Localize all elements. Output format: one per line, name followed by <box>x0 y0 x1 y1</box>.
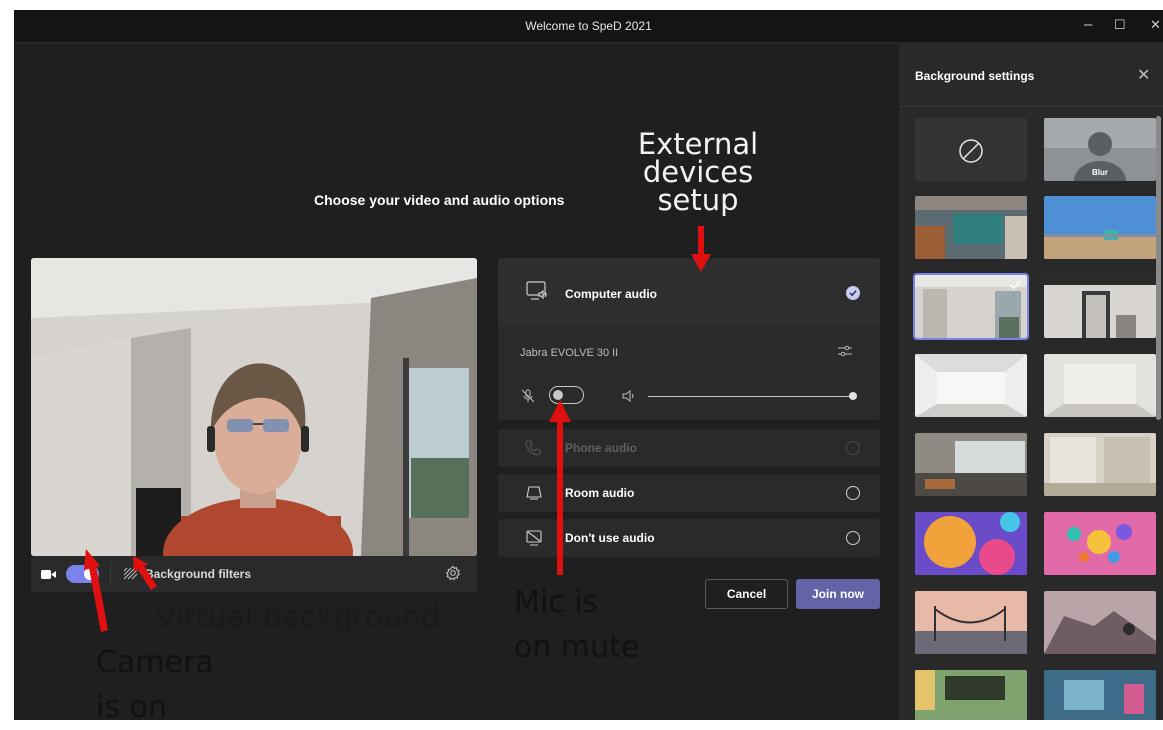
background-thumbnail[interactable] <box>915 591 1027 654</box>
annotation-line: External <box>637 127 759 161</box>
gear-icon[interactable] <box>445 565 461 586</box>
background-thumbnail[interactable] <box>1044 670 1156 720</box>
room-audio-icon <box>526 486 542 500</box>
computer-audio-icon <box>526 281 547 300</box>
background-thumbnail-selected[interactable] <box>913 273 1029 340</box>
mic-muted-icon <box>521 389 535 408</box>
background-filters-button[interactable]: Background filters <box>145 567 251 581</box>
volume-slider-track[interactable] <box>648 396 854 397</box>
device-settings-icon[interactable] <box>838 344 852 363</box>
audio-device-name[interactable]: Jabra EVOLVE 30 II <box>520 347 618 359</box>
background-thumbnail[interactable] <box>1044 512 1156 575</box>
background-blur[interactable]: Blur <box>1044 118 1156 181</box>
divider <box>899 106 1163 107</box>
no-audio-radio[interactable] <box>846 531 860 545</box>
no-background-icon <box>959 139 983 163</box>
background-filters-icon[interactable] <box>123 567 138 585</box>
annotation-mic-line1: Mic is <box>514 585 599 620</box>
page-title: Choose your video and audio options <box>314 192 565 208</box>
background-thumbnail[interactable] <box>1044 275 1156 338</box>
computer-audio-panel: Computer audio Jabra EVOLVE 30 II <box>498 258 880 420</box>
computer-audio-label: Computer audio <box>565 287 657 301</box>
close-window-button[interactable]: ✕ <box>1150 16 1161 34</box>
video-camera-icon <box>41 567 56 585</box>
speaker-icon <box>622 389 636 408</box>
video-controls-bar: Background filters <box>31 556 477 592</box>
background-settings-panel: Background settings ✕ Blur <box>898 44 1163 720</box>
background-thumbnail[interactable] <box>1044 591 1156 654</box>
phone-icon <box>525 440 541 456</box>
phone-audio-option: Phone audio <box>498 429 880 467</box>
background-thumbnail[interactable] <box>915 354 1027 417</box>
phone-audio-label: Phone audio <box>565 441 637 455</box>
window-title: Welcome to SpeD 2021 <box>525 19 652 33</box>
close-icon[interactable]: ✕ <box>1137 65 1150 85</box>
annotation-line: setup <box>657 183 739 217</box>
annotation-line: devices <box>642 155 754 189</box>
annotation-camera-line2: is on <box>96 690 167 725</box>
background-thumbnail[interactable] <box>915 196 1027 259</box>
background-thumbnail[interactable] <box>1044 196 1156 259</box>
join-now-button[interactable]: Join now <box>796 579 880 609</box>
maximize-button[interactable]: ☐ <box>1114 16 1126 34</box>
room-audio-option[interactable]: Room audio <box>498 474 880 512</box>
mic-toggle[interactable] <box>549 386 584 404</box>
background-settings-title: Background settings <box>915 69 1035 83</box>
phone-audio-radio <box>846 441 860 455</box>
computer-audio-option[interactable]: Computer audio <box>498 258 880 326</box>
annotation-external-devices: External devices setup <box>618 127 778 217</box>
divider <box>110 562 111 586</box>
check-icon <box>846 286 860 300</box>
no-audio-icon <box>526 530 542 546</box>
background-thumbnail[interactable] <box>1044 433 1156 496</box>
background-none[interactable] <box>915 118 1027 181</box>
annotation-virtual-background: Virtual background <box>155 600 440 635</box>
room-audio-radio[interactable] <box>846 486 860 500</box>
volume-slider-handle[interactable] <box>849 392 857 400</box>
camera-toggle[interactable] <box>66 565 99 583</box>
minimize-button[interactable]: – <box>1084 16 1092 34</box>
scrollbar[interactable] <box>1156 116 1161 420</box>
background-thumbnail[interactable] <box>1044 354 1156 417</box>
background-thumbnail[interactable] <box>915 512 1027 575</box>
background-thumbnail[interactable] <box>915 433 1027 496</box>
title-bar: Welcome to SpeD 2021 – ☐ ✕ <box>14 10 1163 43</box>
blur-label: Blur <box>1092 168 1108 177</box>
background-thumbnail[interactable] <box>915 670 1027 720</box>
no-audio-label: Don't use audio <box>565 531 655 545</box>
cancel-button[interactable]: Cancel <box>705 579 788 609</box>
no-audio-option[interactable]: Don't use audio <box>498 519 880 557</box>
annotation-camera-line1: Camera <box>96 645 214 680</box>
video-preview <box>31 258 477 556</box>
annotation-mic-line2: on mute <box>514 630 640 665</box>
room-audio-label: Room audio <box>565 486 635 500</box>
check-icon <box>1009 280 1021 290</box>
